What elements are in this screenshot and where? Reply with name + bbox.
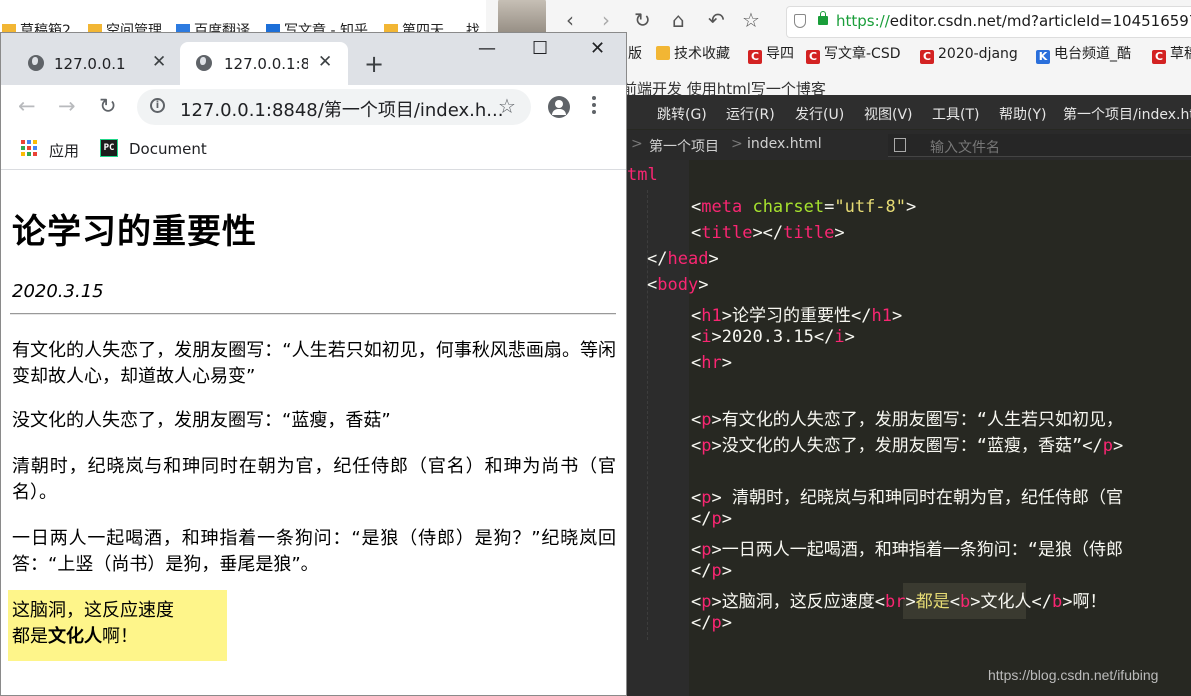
file-search-icon [894,138,906,152]
code-line: <meta charset="utf-8"> [691,197,917,217]
back-arrow-icon[interactable]: ‹ [566,8,574,32]
bookmark-item[interactable]: 技术收藏 [656,44,730,64]
menu-run[interactable]: 运行(R) [726,104,775,124]
breadcrumb-separator: > [731,136,743,152]
bookmark-item[interactable]: C 写文章-CSD [806,44,901,64]
highlight-line: 这脑洞，这反应速度 [12,600,174,621]
globe-icon [28,55,44,71]
star-icon[interactable]: ☆ [742,8,760,32]
pycharm-icon: PC [100,139,118,157]
tab-active[interactable]: 127.0.0.1:884 ✕ [180,42,348,85]
csdn-url: https://editor.csdn.net/md?articleId=104… [836,12,1191,30]
close-tab-icon[interactable]: ✕ [152,52,166,72]
reload-icon[interactable]: ↻ [634,8,651,32]
bookmark-item[interactable]: 版 [628,44,642,64]
code-line: <p>没文化的人失恋了，发朋友圈写：“蓝瘦，香菇”</p> [691,436,1124,456]
breadcrumb-project[interactable]: 第一个项目 [649,136,719,156]
forward-arrow-icon[interactable]: › [602,8,610,32]
csdn-icon: C [748,50,762,64]
menu-help[interactable]: 帮助(Y) [999,104,1046,124]
taskbar-strip: 草稿箱2 空间管理 百度翻译 写文章 - 知乎 第四天 找 [0,0,486,39]
bold-text: 文化人 [48,626,102,647]
globe-icon [196,55,212,71]
bookmark-item[interactable]: C 导四 [748,44,794,64]
folder-icon [656,46,670,60]
minimize-button[interactable]: — [478,38,496,59]
csdn-bookmarks-bar: 版 技术收藏 C 导四 C 写文章-CSD C 2020-djang K 电台频道_酷 … [600,44,1191,66]
code-line: <p>有文化的人失恋了，发朋友圈写：“人生若只如初见， [691,410,1123,430]
page-date: 2020.3.15 [12,281,104,302]
profile-avatar-icon[interactable] [548,96,570,118]
menu-publish[interactable]: 发行(U) [795,104,844,124]
lock-icon [818,11,828,25]
editor-menubar: 跳转(G) 运行(R) 发行(U) 视图(V) 工具(T) 帮助(Y) 第一个项… [627,95,1191,129]
horizontal-rule [10,313,616,315]
bookmark-document[interactable]: Document [129,140,207,158]
breadcrumb-separator: > [631,136,643,152]
code-line: </p> [691,561,732,581]
shield-icon [794,14,806,28]
back-arrow-icon[interactable]: ← [18,94,36,118]
menu-tools[interactable]: 工具(T) [932,104,979,124]
tab-inactive[interactable]: 127.0.0.1 ✕ [12,42,178,85]
code-line: tml [627,165,658,185]
paragraph: 清朝时，纪晓岚与和珅同时在朝为官，纪任侍郎（官名）和珅为尚书（官名）。 [12,456,616,503]
paragraph: 一日两人一起喝酒，和珅指着一条狗问：“是狼（侍郎）是狗？”纪晓岚回答：“上竖（尚… [12,528,616,575]
bookmark-item[interactable]: K 电台频道_酷 [1036,44,1131,64]
home-icon[interactable]: ⌂ [672,8,685,32]
csdn-icon: C [920,50,934,64]
code-line: <h1>论学习的重要性</h1> [691,306,903,326]
maximize-button[interactable]: ☐ [532,38,548,59]
code-line: </p> [691,509,732,529]
page-title: 论学习的重要性 [12,212,257,252]
breadcrumb-file[interactable]: index.html [747,136,822,152]
bookmarks-bar [1,131,626,170]
code-line: <hr> [691,353,732,373]
close-tab-icon[interactable]: ✕ [318,52,332,72]
bookmark-star-icon[interactable]: ☆ [498,94,516,118]
paragraph: 没文化的人失恋了，发朋友圈写：“蓝瘦，香菇” [12,410,391,431]
csdn-icon: C [1152,50,1166,64]
bookmark-apps[interactable]: 应用 [49,140,79,161]
new-tab-button[interactable]: + [364,50,384,78]
menu-kebab-icon[interactable] [592,96,596,117]
forward-arrow-icon[interactable]: → [58,94,76,118]
menu-goto[interactable]: 跳转(G) [657,104,707,124]
menu-view[interactable]: 视图(V) [864,104,913,124]
code-line: </p> [691,613,732,633]
code-line: <title></title> [691,223,845,243]
kuwo-icon: K [1036,50,1050,64]
csdn-icon: C [806,50,820,64]
paragraph: 有文化的人失恋了，发朋友圈写：“人生若只如初见，何事秋风悲画扇。等闲变却故人心，… [12,340,616,387]
editor-window-title: 第一个项目/index.html [1063,107,1191,123]
code-line: <p>一日两人一起喝酒，和珅指着一条狗问：“是狼（侍郎 [691,540,1123,560]
watermark: https://blog.csdn.net/ifubing [988,667,1159,683]
undo-icon[interactable]: ↶ [708,8,725,32]
code-line: <i>2020.3.15</i> [691,327,855,347]
code-content[interactable]: tml <meta charset="utf-8"> <title></titl… [627,160,1191,696]
close-window-button[interactable]: ✕ [590,38,605,59]
code-line: </head> [647,249,719,269]
file-search-placeholder: 输入文件名 [930,140,1000,156]
bookmark-item[interactable]: C 2020-djang [920,44,1018,64]
highlight-line: 都是文化人啊！ [12,626,138,647]
code-line: <p> 清朝时，纪晓岚与和珅同时在朝为官，纪任侍郎（官 [691,488,1123,508]
highlight-text: 这脑洞，这反应速度 都是文化人啊！ [12,598,174,650]
code-line: <body> [647,275,709,295]
apps-grid-icon[interactable] [21,140,37,156]
code-line: <p>这脑洞，这反应速度<br>都是<b>文化人</b>啊！ [691,592,1107,612]
info-icon[interactable]: i [150,98,165,113]
bookmark-item[interactable]: C草稿 [1152,44,1191,64]
address-text[interactable]: 127.0.0.1:8848/第一个项目/index.h... [180,96,503,122]
reload-icon[interactable]: ↻ [99,94,117,118]
